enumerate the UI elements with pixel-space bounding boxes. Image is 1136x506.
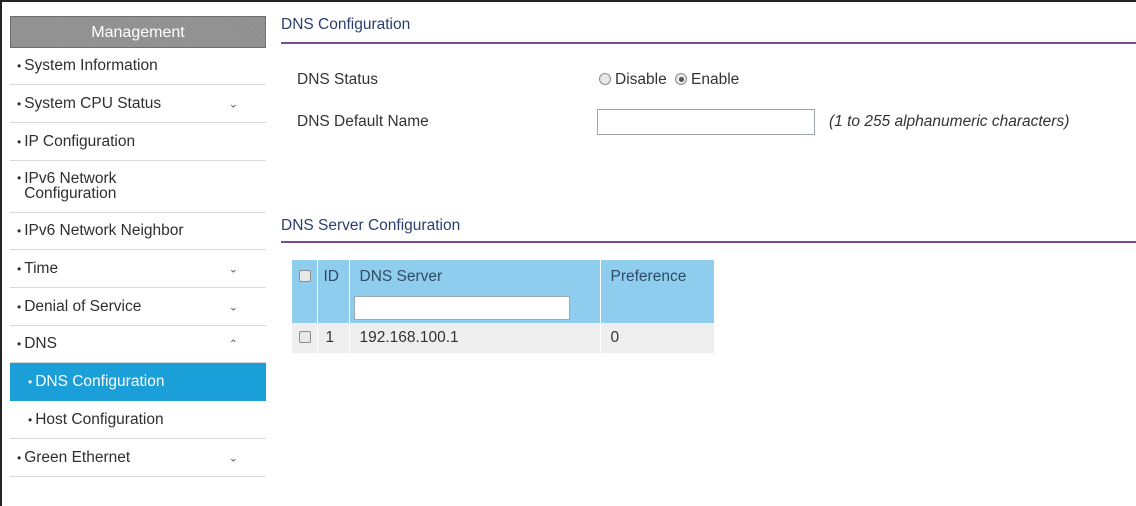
sidebar-item-label: IP Configuration [24,132,136,150]
bullet-icon: • [17,337,22,351]
sidebar: Management • System Information • System… [10,16,266,506]
sidebar-item-label: IPv6 Network Configuration [24,170,117,202]
enable-radio-label[interactable]: Enable [691,71,739,88]
bullet-icon: • [17,134,22,149]
window-frame-left [0,0,2,506]
bullet-icon: • [17,171,22,185]
sidebar-item-dns-configuration[interactable]: • DNS Configuration [10,363,266,401]
sidebar-item-green-ethernet[interactable]: • Green Ethernet ⌄ [10,439,266,477]
main-content: DNS Configuration DNS Status Disable Ena… [281,0,1136,506]
chevron-up-icon[interactable]: ⌃ [229,338,238,351]
column-header-preference[interactable]: Preference [600,260,715,293]
sidebar-item-label: IPv6 Network Neighbor [24,222,184,239]
table-header-row: ID DNS Server Preference [292,260,715,293]
disable-radio[interactable] [599,73,611,85]
bullet-icon: • [28,374,33,389]
bullet-icon: • [17,450,22,465]
dns-default-name-hint: (1 to 255 alphanumeric characters) [829,113,1070,130]
sidebar-item-dns[interactable]: • DNS ⌃ [10,326,266,363]
enable-radio[interactable] [675,73,688,85]
sidebar-item-host-configuration[interactable]: • Host Configuration [10,401,266,439]
sidebar-item-denial-of-service[interactable]: • Denial of Service ⌄ [10,288,266,326]
disable-radio-label[interactable]: Disable [615,71,667,88]
sidebar-item-time[interactable]: • Time ⌄ [10,250,266,288]
row-checkbox[interactable] [299,331,311,343]
chevron-down-icon[interactable]: ⌄ [229,262,238,275]
dns-status-radio-group: Disable Enable [599,71,743,89]
bullet-icon: • [28,412,33,427]
select-all-checkbox[interactable] [299,269,311,282]
sidebar-item-ip-configuration[interactable]: • IP Configuration [10,123,266,161]
filter-cell [349,293,601,323]
column-header-dns-server[interactable]: DNS Server [349,260,601,293]
chevron-down-icon[interactable]: ⌄ [229,451,238,464]
sidebar-item-ipv6-network-configuration[interactable]: • IPv6 Network Configuration [10,161,266,213]
filter-cell [292,293,318,323]
dns-configuration-title: DNS Configuration [281,16,411,33]
dns-default-name-input[interactable] [597,109,815,135]
sidebar-item-label: Host Configuration [35,410,164,428]
select-all-header [292,260,318,293]
cell-preference: 0 [600,323,715,353]
bullet-icon: • [17,224,22,238]
dns-server-configuration-title: DNS Server Configuration [281,217,461,234]
bullet-icon: • [17,299,22,314]
chevron-down-icon[interactable]: ⌄ [229,97,238,110]
sidebar-item-label: Denial of Service [24,297,142,315]
filter-row [292,293,715,323]
sidebar-item-system-information[interactable]: • System Information [10,48,266,85]
sidebar-item-ipv6-network-neighbor[interactable]: • IPv6 Network Neighbor [10,213,266,250]
sidebar-item-label: Green Ethernet [24,448,131,466]
sidebar-header: Management [10,16,266,48]
sidebar-item-label: System Information [24,57,158,74]
cell-dns-server: 192.168.100.1 [349,323,601,353]
dns-server-table: ID DNS Server Preference 1 192.168.100.1… [292,260,715,353]
section-divider [281,42,1136,44]
dns-server-filter-input[interactable] [353,296,570,320]
bullet-icon: • [17,261,22,276]
bullet-icon: • [17,96,22,111]
bullet-icon: • [17,59,22,73]
sidebar-item-label: Time [24,259,59,277]
sidebar-item-label: DNS [24,335,57,352]
sidebar-item-label: System CPU Status [24,94,162,112]
filter-cell [600,293,715,323]
sidebar-item-label: DNS Configuration [35,372,165,390]
chevron-down-icon[interactable]: ⌄ [229,300,238,313]
dns-default-name-label: DNS Default Name [297,113,429,130]
row-select-cell [292,323,318,353]
section-divider [281,241,1136,243]
cell-id: 1 [317,323,350,353]
filter-cell [317,293,350,323]
table-row[interactable]: 1 192.168.100.1 0 [292,323,715,353]
column-header-id[interactable]: ID [317,260,350,293]
dns-status-label: DNS Status [297,71,378,88]
sidebar-item-system-cpu-status[interactable]: • System CPU Status ⌄ [10,85,266,123]
